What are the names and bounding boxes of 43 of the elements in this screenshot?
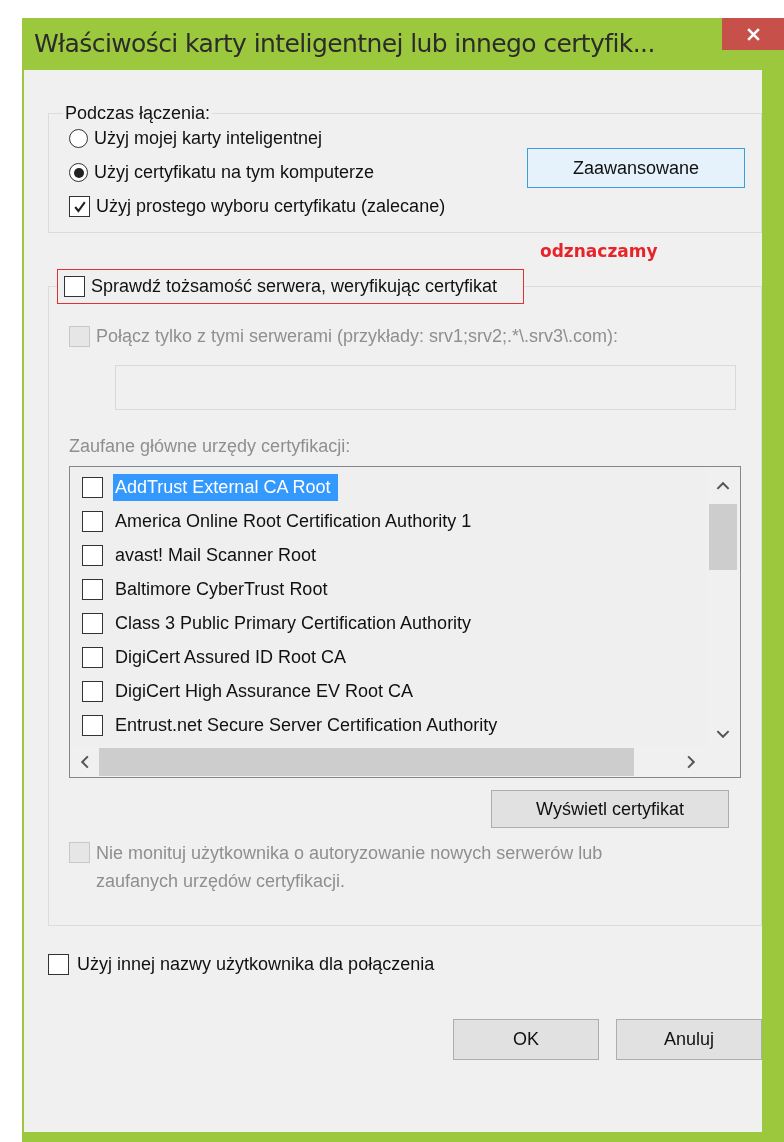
cancel-button[interactable]: Anuluj: [616, 1019, 762, 1060]
scroll-up-icon[interactable]: [716, 481, 730, 490]
list-item[interactable]: Class 3 Public Primary Certification Authority: [113, 609, 480, 637]
checkbox-label: Użyj prostego wyboru certyfikatu (zalecane): [96, 196, 446, 217]
checkbox-label: Sprawdź tożsamość serwera, weryfikując certyfikat: [91, 276, 498, 297]
advanced-button[interactable]: Zaawansowane: [527, 148, 745, 188]
checkbox-label: Użyj innej nazwy użytkownika dla połączenia: [77, 954, 435, 975]
checkbox[interactable]: [82, 612, 103, 634]
checkbox[interactable]: [82, 714, 103, 736]
checkbox-label: Połącz tylko z tymi serwerami (przykłady: srv1;srv2;.*\.srv3\.com):: [96, 326, 619, 347]
checkbox-label: Nie monituj użytkownika o autoryzowanie nowych serwerów lub zaufanych urzędów certyfikacji.: [96, 842, 604, 893]
list-label: Zaufane główne urzędy certyfikacji:: [69, 436, 352, 457]
radio-label: Użyj mojej karty inteligentnej: [94, 128, 323, 149]
list-item[interactable]: America Online Root Certification Authority 1: [113, 507, 480, 535]
list-item[interactable]: Baltimore CyberTrust Root: [113, 575, 336, 603]
scroll-left-icon[interactable]: [80, 755, 89, 769]
checkbox[interactable]: [82, 680, 103, 702]
group-label: Podczas łączenia:: [64, 103, 212, 124]
annotation-text: odznaczamy: [540, 241, 658, 261]
close-button[interactable]: [722, 18, 784, 50]
list-item[interactable]: Entrust.net Secure Server Certification Authority: [113, 711, 506, 739]
radio-button[interactable]: [69, 129, 88, 148]
list-item[interactable]: avast! Mail Scanner Root: [113, 541, 325, 569]
window-title: Właściwości karty inteligentnej lub innego certyfik...: [33, 28, 655, 58]
close-icon: [745, 26, 761, 42]
checkbox[interactable]: [82, 646, 103, 668]
checkbox[interactable]: [64, 276, 85, 297]
checkbox[interactable]: [69, 196, 90, 217]
scroll-thumb[interactable]: [99, 748, 634, 776]
scroll-thumb[interactable]: [709, 504, 737, 570]
radio-button[interactable]: [69, 163, 88, 182]
checkbox[interactable]: [82, 476, 103, 498]
checkbox[interactable]: [82, 578, 103, 600]
scroll-right-icon[interactable]: [687, 755, 696, 769]
checkbox[interactable]: [82, 544, 103, 566]
radio-label: Użyj certyfikatu na tym komputerze: [94, 162, 375, 183]
checkbox[interactable]: [82, 510, 103, 532]
checkbox[interactable]: [48, 954, 69, 975]
view-certificate-button[interactable]: Wyświetl certyfikat: [491, 790, 729, 828]
scroll-down-icon[interactable]: [716, 730, 730, 739]
list-item[interactable]: DigiCert Assured ID Root CA: [113, 643, 355, 671]
ok-button[interactable]: OK: [453, 1019, 599, 1060]
list-item[interactable]: DigiCert High Assurance EV Root CA: [113, 677, 422, 705]
